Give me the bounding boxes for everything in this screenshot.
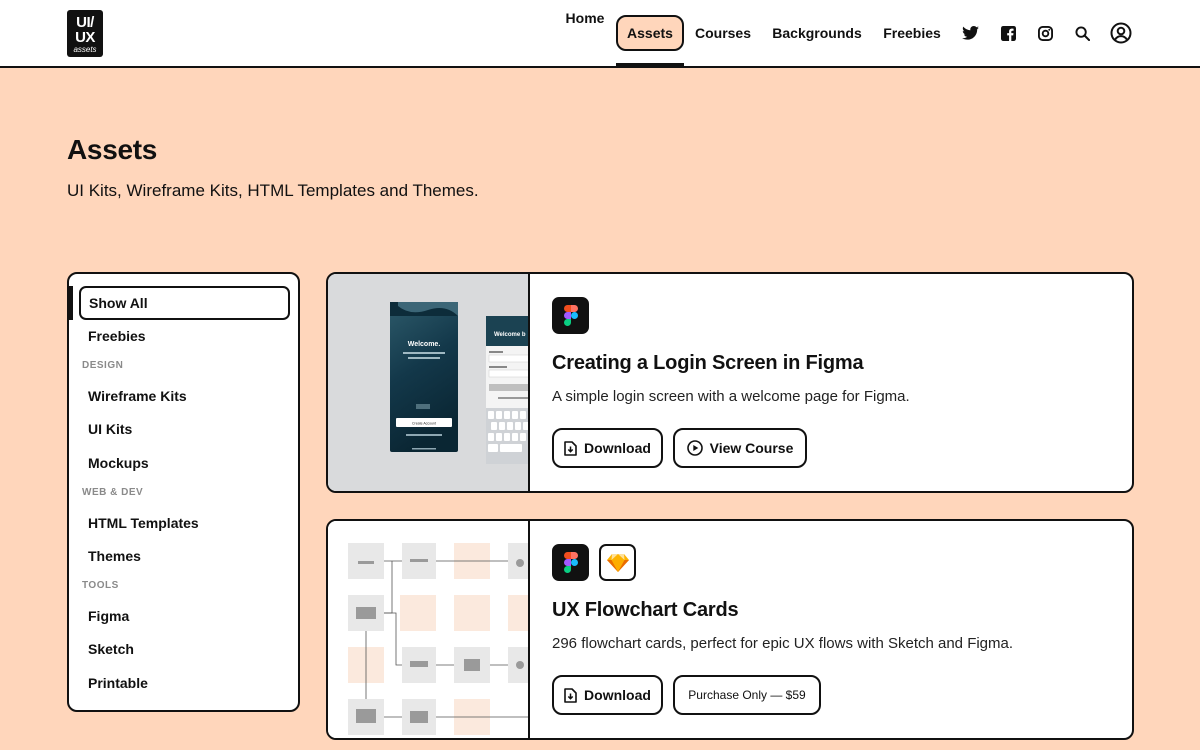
download-icon — [564, 440, 577, 456]
facebook-icon[interactable] — [997, 22, 1019, 44]
sidebar-item-figma[interactable]: Figma — [79, 599, 290, 633]
nav-freebies[interactable]: Freebies — [880, 15, 944, 51]
sidebar-item-html-templates[interactable]: HTML Templates — [79, 506, 290, 540]
sidebar-item-wireframe-kits[interactable]: Wireframe Kits — [79, 379, 290, 413]
logo-line-2: UX — [75, 29, 95, 46]
login-screen-preview-image: Welcome. Create Account Welcome b — [390, 302, 528, 464]
sidebar-active-indicator — [69, 286, 73, 320]
card-description: 296 flowchart cards, perfect for epic UX… — [552, 635, 1014, 652]
preview-welcome-text: Welcome. — [408, 341, 441, 348]
nav-active-indicator — [616, 63, 684, 67]
nav-courses[interactable]: Courses — [692, 15, 754, 51]
site-header: UI/ UX assets Home Assets Courses Backgr… — [0, 0, 1200, 68]
preview-create-account-text: Create Account — [412, 422, 436, 426]
twitter-icon[interactable] — [959, 22, 981, 44]
asset-card[interactable]: Welcome. Create Account Welcome b Creati… — [326, 272, 1134, 493]
play-icon — [686, 440, 703, 456]
view-course-button-label: View Course — [709, 440, 794, 456]
nav-assets[interactable]: Assets — [616, 15, 684, 51]
sidebar-item-mockups[interactable]: Mockups — [79, 446, 290, 480]
sidebar-item-printable[interactable]: Printable — [79, 666, 290, 700]
download-button[interactable]: Download — [552, 675, 663, 715]
card-title[interactable]: Creating a Login Screen in Figma — [552, 352, 864, 375]
download-button-label: Download — [584, 440, 651, 456]
page-subtitle: UI Kits, Wireframe Kits, HTML Templates … — [67, 181, 479, 200]
sidebar-item-show-all[interactable]: Show All — [79, 286, 290, 320]
download-button-label: Download — [584, 687, 651, 703]
figma-icon — [552, 544, 589, 581]
flowchart-preview-image — [348, 543, 528, 735]
card-title[interactable]: UX Flowchart Cards — [552, 599, 739, 622]
card-thumbnail[interactable]: Welcome. Create Account Welcome b — [328, 274, 530, 491]
sidebar-heading-tools: TOOLS — [82, 580, 119, 591]
account-icon[interactable] — [1110, 22, 1132, 44]
preview-welcome-back-text: Welcome b — [494, 332, 526, 338]
sidebar-heading-web-dev: WEB & DEV — [82, 487, 144, 498]
nav-home[interactable]: Home — [562, 0, 608, 36]
nav-backgrounds[interactable]: Backgrounds — [770, 15, 864, 51]
logo-line-1: UI/ — [76, 14, 94, 31]
site-logo[interactable]: UI/ UX assets — [67, 10, 103, 57]
page-title: Assets — [67, 134, 158, 165]
asset-card[interactable]: UX Flowchart Cards 296 flowchart cards, … — [326, 519, 1134, 740]
card-description: A simple login screen with a welcome pag… — [552, 388, 910, 405]
download-button[interactable]: Download — [552, 428, 663, 468]
sidebar-item-ui-kits[interactable]: UI Kits — [79, 412, 290, 446]
sketch-icon — [599, 544, 636, 581]
view-course-button[interactable]: View Course — [673, 428, 807, 468]
purchase-button[interactable]: Purchase Only — $59 — [673, 675, 821, 715]
search-icon[interactable] — [1071, 22, 1093, 44]
figma-icon — [552, 297, 589, 334]
sidebar-item-themes[interactable]: Themes — [79, 539, 290, 573]
purchase-button-label: Purchase Only — $59 — [688, 688, 806, 702]
sidebar-item-freebies[interactable]: Freebies — [79, 319, 290, 353]
download-icon — [564, 687, 577, 703]
category-sidebar: Show All Freebies DESIGN Wireframe Kits … — [67, 272, 300, 712]
sidebar-heading-design: DESIGN — [82, 360, 124, 371]
logo-line-3: assets — [73, 45, 97, 54]
sidebar-item-sketch[interactable]: Sketch — [79, 632, 290, 666]
instagram-icon[interactable] — [1034, 22, 1056, 44]
card-thumbnail[interactable] — [328, 521, 530, 738]
